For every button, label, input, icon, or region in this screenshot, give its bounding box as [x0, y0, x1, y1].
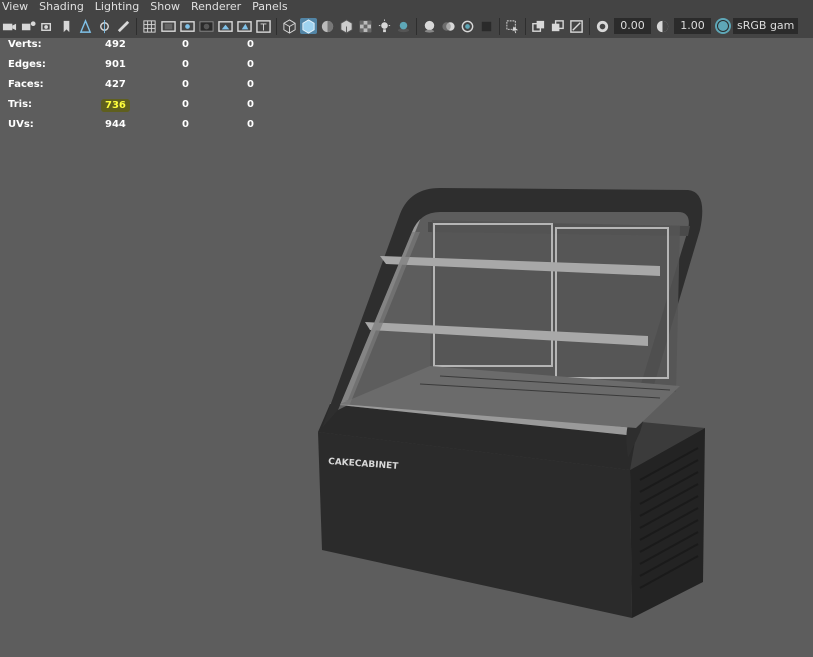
exposure-field[interactable]: 0.00	[614, 18, 651, 34]
image-plane-icon[interactable]	[77, 18, 94, 34]
bookmark-icon[interactable]	[58, 18, 75, 34]
toolbar-separator	[525, 17, 526, 35]
field-chart-icon[interactable]	[217, 18, 234, 34]
poly-count-hud: Verts: 492 0 0 Edges: 901 0 0 Faces: 427…	[8, 37, 268, 137]
hud-value: 0	[247, 59, 254, 70]
hud-value: 0	[182, 119, 189, 130]
grid-icon[interactable]	[141, 18, 158, 34]
camera-icon[interactable]	[1, 18, 18, 34]
menu-lighting[interactable]: Lighting	[92, 0, 147, 14]
svg-text:T: T	[260, 22, 267, 33]
safe-title-icon[interactable]: T	[255, 18, 272, 34]
hud-value: 901	[105, 59, 126, 70]
film-gate-icon[interactable]	[160, 18, 177, 34]
menu-view[interactable]: View	[0, 0, 36, 14]
hud-value: 0	[182, 59, 189, 70]
resolution-gate-icon[interactable]	[179, 18, 196, 34]
gamma-field[interactable]: 1.00	[674, 18, 711, 34]
color-management-icon[interactable]	[715, 18, 731, 34]
isolate-select-icon[interactable]	[504, 18, 521, 34]
hud-row-tris: Tris: 736 0 0	[8, 97, 268, 117]
bookmark-camera-icon[interactable]	[39, 18, 56, 34]
view-transform-dropdown[interactable]: sRGB gam	[733, 18, 799, 34]
hud-value: 0	[247, 79, 254, 90]
hud-value: 492	[105, 39, 126, 50]
hud-label: Faces:	[8, 79, 44, 90]
xray-icon[interactable]	[530, 18, 547, 34]
hud-value: 0	[247, 99, 254, 110]
motion-blur-icon[interactable]	[440, 18, 457, 34]
hud-label: UVs:	[8, 119, 34, 130]
toolbar-separator	[589, 17, 590, 35]
depth-of-field-icon[interactable]	[478, 18, 495, 34]
hud-row-uvs: UVs: 944 0 0	[8, 117, 268, 137]
menu-show[interactable]: Show	[147, 0, 188, 14]
hud-label: Tris:	[8, 99, 33, 110]
hud-value-highlighted: 736	[101, 99, 130, 112]
hud-row-edges: Edges: 901 0 0	[8, 57, 268, 77]
panel-toolbar: T 0.00 1.00 sRGB gam	[0, 14, 813, 38]
hud-row-faces: Faces: 427 0 0	[8, 77, 268, 97]
hud-label: Verts:	[8, 39, 42, 50]
textured-icon[interactable]	[357, 18, 374, 34]
anti-aliasing-icon[interactable]	[459, 18, 476, 34]
pencil-icon[interactable]	[115, 18, 132, 34]
hud-row-verts: Verts: 492 0 0	[8, 37, 268, 57]
menu-shading[interactable]: Shading	[36, 0, 92, 14]
hud-label: Edges:	[8, 59, 46, 70]
menu-bar: View Shading Lighting Show Renderer Pane…	[0, 0, 813, 14]
grease-pencil-icon[interactable]	[96, 18, 113, 34]
toolbar-separator	[416, 17, 417, 35]
camera-attributes-icon[interactable]	[20, 18, 37, 34]
exposure-icon[interactable]	[594, 18, 611, 34]
hud-value: 427	[105, 79, 126, 90]
toolbar-separator	[276, 17, 277, 35]
xray-joints-icon[interactable]	[568, 18, 585, 34]
wireframe-on-shaded-icon[interactable]	[338, 18, 355, 34]
wireframe-icon[interactable]	[281, 18, 298, 34]
hud-value: 0	[247, 119, 254, 130]
menu-panels[interactable]: Panels	[249, 0, 295, 14]
default-material-icon[interactable]	[319, 18, 336, 34]
safe-action-icon[interactable]	[236, 18, 253, 34]
hud-value: 0	[182, 79, 189, 90]
hud-value: 944	[105, 119, 126, 130]
hud-value: 0	[247, 39, 254, 50]
hud-value: 0	[182, 99, 189, 110]
xray-active-components-icon[interactable]	[549, 18, 566, 34]
menu-renderer[interactable]: Renderer	[188, 0, 249, 14]
gamma-icon[interactable]	[654, 18, 671, 34]
lights-icon[interactable]	[376, 18, 393, 34]
cake-cabinet-model[interactable]: CAKECABINET	[300, 180, 720, 620]
screen-space-ao-icon[interactable]	[421, 18, 438, 34]
shadows-icon[interactable]	[395, 18, 412, 34]
hud-value: 0	[182, 39, 189, 50]
toolbar-separator	[136, 17, 137, 35]
smooth-shade-icon[interactable]	[300, 18, 317, 34]
toolbar-separator	[499, 17, 500, 35]
gate-mask-icon[interactable]	[198, 18, 215, 34]
